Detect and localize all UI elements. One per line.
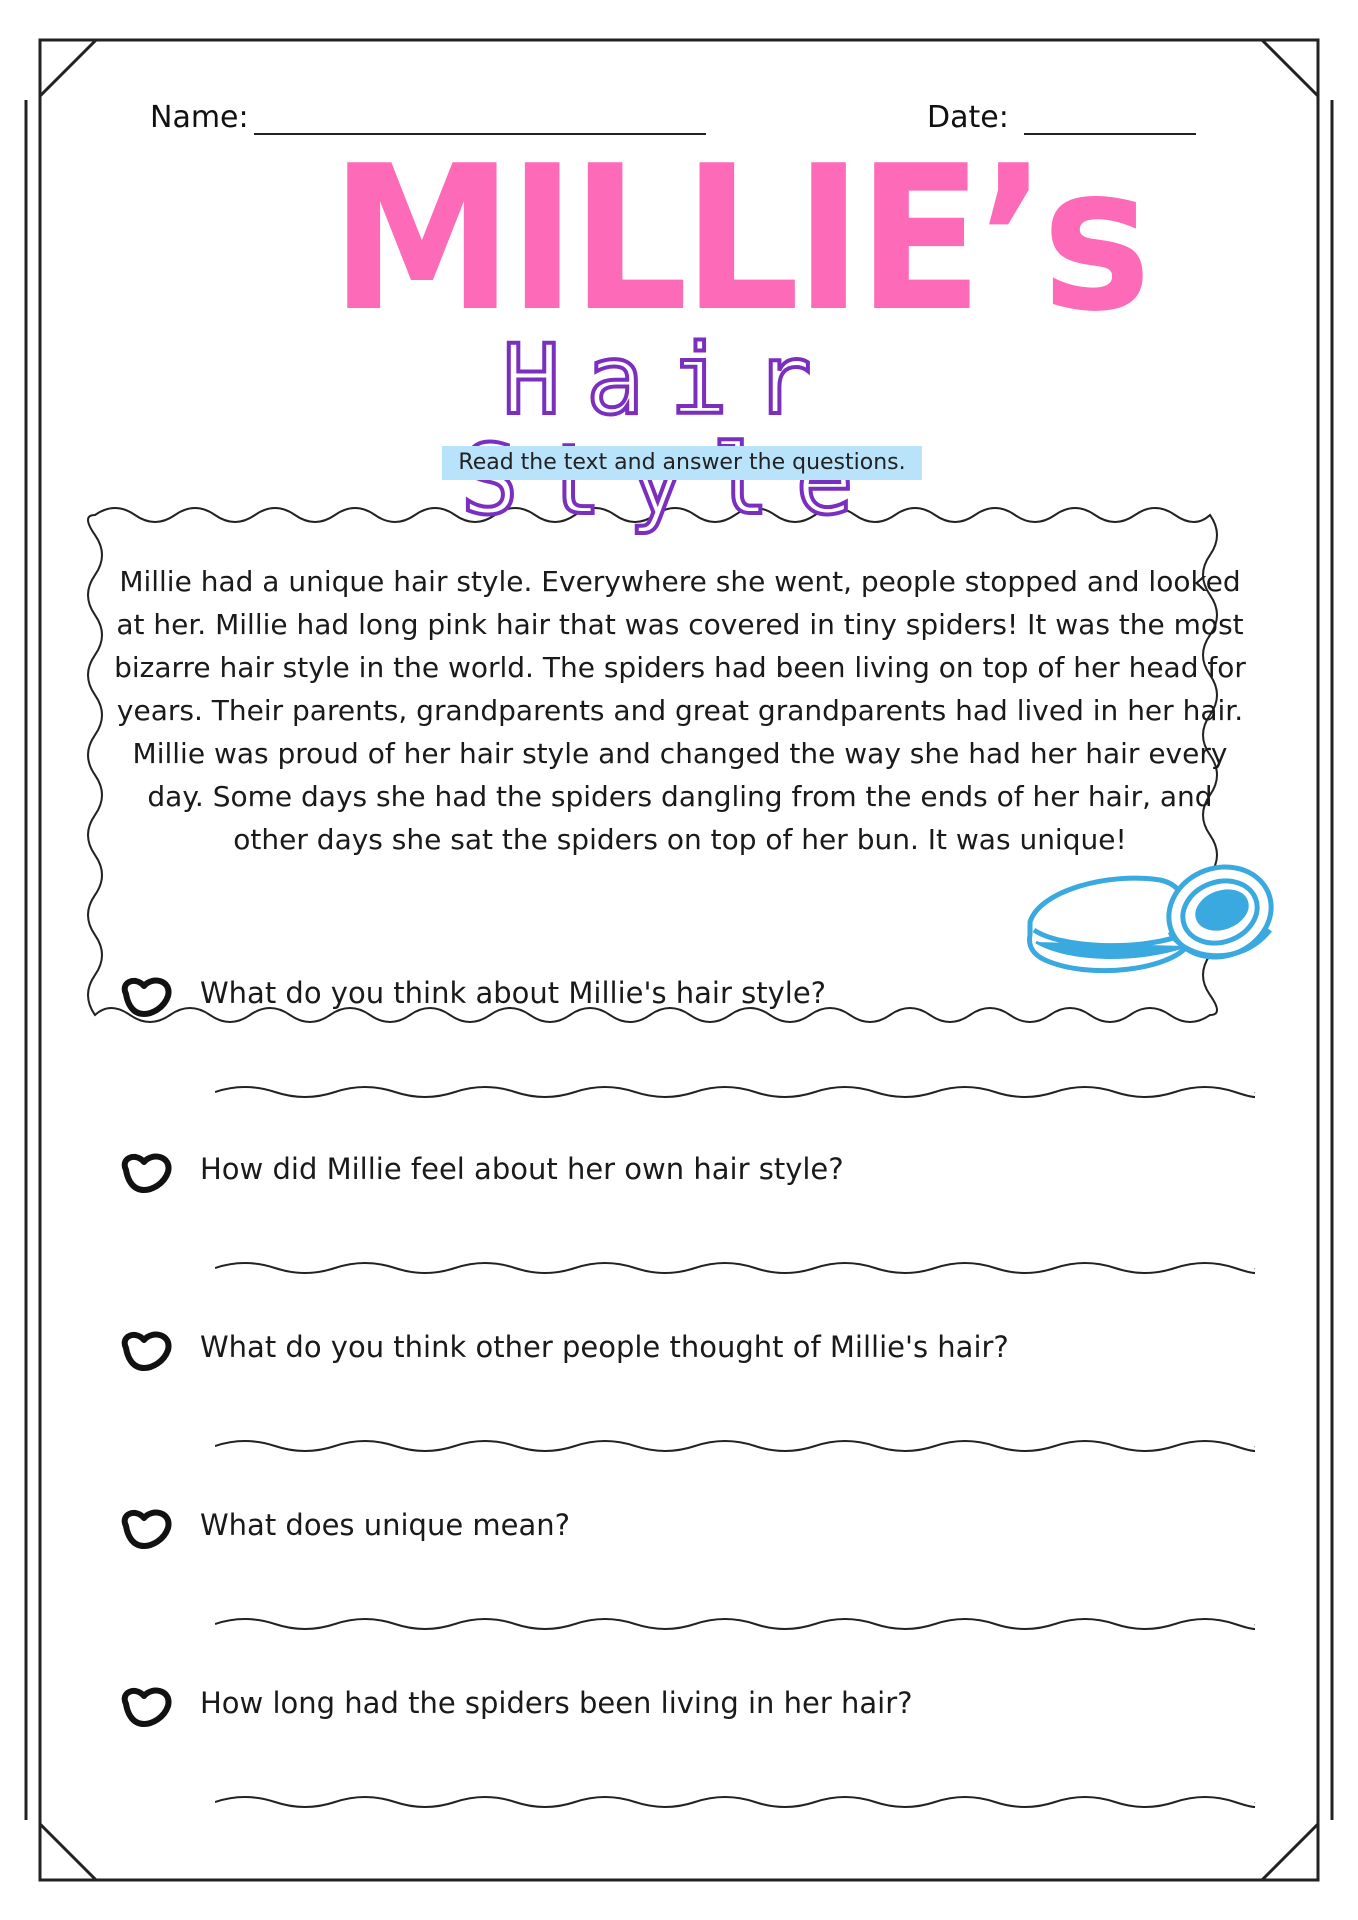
- hair-pomade-illustration: [1027, 864, 1274, 974]
- answer-line-3[interactable]: [215, 1436, 1255, 1456]
- worksheet-title: MILLIE’s: [330, 123, 1151, 356]
- question-1: What do you think about Millie's hair st…: [200, 976, 827, 1010]
- heart-outline-icon: [121, 1153, 172, 1193]
- answer-line-2[interactable]: [215, 1258, 1255, 1278]
- question-3: What do you think other people thought o…: [200, 1330, 1009, 1364]
- question-4: What does unique mean?: [200, 1508, 571, 1542]
- question-5: How long had the spiders been living in …: [200, 1686, 913, 1720]
- answer-line-1[interactable]: [215, 1082, 1255, 1102]
- answer-line-4[interactable]: [215, 1614, 1255, 1634]
- instruction-banner: Read the text and answer the questions.: [442, 446, 922, 480]
- heart-outline-icon: [121, 1687, 172, 1727]
- question-2: How did Millie feel about her own hair s…: [200, 1152, 844, 1186]
- heart-outline-icon: [121, 1331, 172, 1371]
- reading-passage: Millie had a unique hair style. Everywhe…: [114, 565, 1246, 856]
- heart-outline-icon: [121, 977, 172, 1017]
- heart-outline-icon: [121, 1509, 172, 1549]
- name-label: Name:: [150, 100, 249, 135]
- answer-line-5[interactable]: [215, 1792, 1255, 1812]
- worksheet-subtitle: Hair Style: [459, 324, 880, 536]
